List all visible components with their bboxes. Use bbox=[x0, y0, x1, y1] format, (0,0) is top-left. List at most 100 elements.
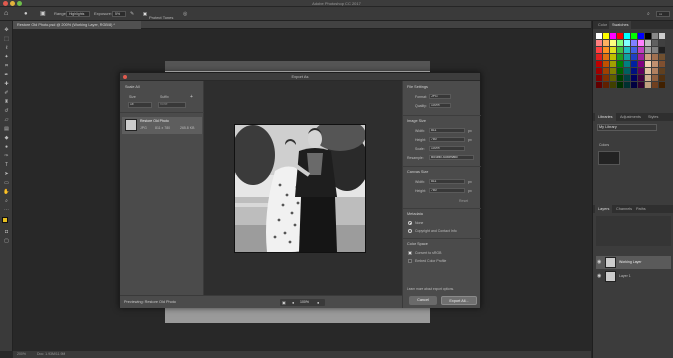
airbrush-icon[interactable]: ✎ bbox=[130, 7, 138, 21]
dodge-tool-icon[interactable]: ● bbox=[24, 7, 32, 21]
color-swatch[interactable] bbox=[659, 40, 665, 46]
color-swatch[interactable] bbox=[659, 47, 665, 53]
eye-icon[interactable]: ◉ bbox=[597, 273, 601, 279]
color-swatch[interactable] bbox=[645, 54, 651, 60]
color-swatch[interactable] bbox=[652, 54, 658, 60]
quick-mask-icon[interactable]: ◘ bbox=[3, 229, 10, 235]
color-swatch[interactable] bbox=[596, 47, 602, 53]
canvas-height-input[interactable]: 780 bbox=[429, 188, 465, 193]
zoom-window-button[interactable] bbox=[17, 1, 22, 6]
workspace-icon[interactable]: ▭ bbox=[656, 11, 670, 17]
close-window-button[interactable] bbox=[3, 1, 8, 6]
suffix-input[interactable]: none bbox=[158, 102, 186, 108]
color-swatch[interactable] bbox=[617, 33, 623, 39]
color-swatch[interactable] bbox=[624, 75, 630, 81]
eraser-tool-icon[interactable]: ▱ bbox=[3, 117, 10, 123]
color-swatch[interactable] bbox=[631, 75, 637, 81]
color-swatch[interactable] bbox=[624, 33, 630, 39]
metadata-none-radio[interactable] bbox=[408, 221, 412, 225]
color-swatch[interactable] bbox=[610, 54, 616, 60]
color-swatch[interactable] bbox=[659, 75, 665, 81]
search-icon[interactable]: ⌕ bbox=[647, 7, 655, 21]
canvas-reset-button[interactable]: Reset bbox=[459, 199, 468, 203]
color-swatch[interactable] bbox=[596, 40, 602, 46]
scale-select[interactable]: 100% bbox=[429, 146, 465, 151]
color-swatch[interactable] bbox=[645, 61, 651, 67]
tab-layers[interactable]: Layers bbox=[595, 205, 613, 213]
shape-tool-icon[interactable]: ▭ bbox=[3, 180, 10, 186]
color-swatch[interactable] bbox=[610, 61, 616, 67]
color-swatch[interactable] bbox=[617, 82, 623, 88]
color-swatch[interactable] bbox=[659, 82, 665, 88]
dodge-tool-icon[interactable]: ● bbox=[3, 144, 10, 150]
lasso-tool-icon[interactable]: ℓ bbox=[3, 45, 10, 51]
marquee-tool-icon[interactable]: ⬚ bbox=[3, 36, 10, 42]
color-swatch[interactable] bbox=[659, 61, 665, 67]
convert-srgb-checkbox[interactable] bbox=[408, 251, 412, 255]
export-all-button[interactable]: Export All... bbox=[441, 296, 477, 305]
color-swatch[interactable] bbox=[610, 75, 616, 81]
color-swatch[interactable] bbox=[603, 33, 609, 39]
tab-styles[interactable]: Styles bbox=[645, 113, 661, 121]
healing-tool-icon[interactable]: ✚ bbox=[3, 81, 10, 87]
add-scale-icon[interactable]: + bbox=[190, 94, 193, 100]
screen-mode-icon[interactable]: ▢ bbox=[3, 238, 10, 244]
tab-paths[interactable]: Paths bbox=[633, 205, 649, 213]
embed-profile-checkbox[interactable] bbox=[408, 259, 412, 263]
color-swatch[interactable] bbox=[596, 33, 602, 39]
color-swatch[interactable] bbox=[617, 47, 623, 53]
blur-tool-icon[interactable]: ◆ bbox=[3, 135, 10, 141]
color-swatch[interactable] bbox=[645, 75, 651, 81]
tab-color[interactable]: Color bbox=[595, 21, 610, 29]
color-swatch[interactable] bbox=[631, 54, 637, 60]
resample-select[interactable]: Bicubic Automatic bbox=[429, 155, 474, 160]
color-swatch[interactable] bbox=[603, 82, 609, 88]
color-swatch[interactable] bbox=[610, 40, 616, 46]
gradient-tool-icon[interactable]: ▤ bbox=[3, 126, 10, 132]
color-swatch[interactable] bbox=[596, 54, 602, 60]
tab-adjustments[interactable]: Adjustments bbox=[617, 113, 644, 121]
dialog-close-button[interactable] bbox=[123, 75, 127, 79]
color-swatch[interactable] bbox=[617, 75, 623, 81]
color-swatch[interactable] bbox=[610, 33, 616, 39]
color-swatch[interactable] bbox=[638, 61, 644, 67]
color-swatch[interactable] bbox=[596, 61, 602, 67]
more-tools-icon[interactable]: ⋯ bbox=[3, 207, 10, 213]
color-swatch[interactable] bbox=[638, 40, 644, 46]
color-swatch[interactable] bbox=[596, 75, 602, 81]
color-swatch[interactable] bbox=[603, 75, 609, 81]
brush-preset-icon[interactable]: ▣ bbox=[40, 7, 48, 21]
color-swatch[interactable] bbox=[617, 54, 623, 60]
color-swatch[interactable] bbox=[638, 75, 644, 81]
color-swatch[interactable] bbox=[617, 61, 623, 67]
protect-tones-checkbox[interactable] bbox=[143, 12, 147, 16]
pressure-icon[interactable]: ◎ bbox=[183, 7, 191, 21]
color-swatch[interactable] bbox=[624, 47, 630, 53]
exposure-input[interactable]: 5% bbox=[112, 11, 126, 17]
color-swatch[interactable] bbox=[624, 61, 630, 67]
asset-list-item[interactable]: Restore Old Photo JPG 811 x 780 265.8 KB bbox=[122, 117, 202, 134]
fit-icon[interactable]: ▣ bbox=[282, 299, 286, 306]
color-swatch[interactable] bbox=[659, 54, 665, 60]
color-swatch[interactable] bbox=[631, 40, 637, 46]
color-swatch[interactable] bbox=[603, 68, 609, 74]
color-swatch[interactable] bbox=[645, 68, 651, 74]
brush-tool-icon[interactable]: ✐ bbox=[3, 90, 10, 96]
color-swatch[interactable] bbox=[631, 33, 637, 39]
color-swatch[interactable] bbox=[652, 82, 658, 88]
layer-row[interactable]: ◉ Working Layer bbox=[596, 256, 671, 269]
color-swatch[interactable] bbox=[617, 68, 623, 74]
color-swatch[interactable] bbox=[603, 47, 609, 53]
layer-row[interactable]: ◉ Layer 1 bbox=[596, 270, 671, 283]
stamp-tool-icon[interactable]: ♜ bbox=[3, 99, 10, 105]
color-swatch[interactable] bbox=[603, 54, 609, 60]
color-swatch[interactable] bbox=[617, 40, 623, 46]
color-swatch[interactable] bbox=[638, 33, 644, 39]
quality-select[interactable]: 100% bbox=[429, 103, 451, 108]
color-swatch[interactable] bbox=[645, 82, 651, 88]
color-swatch[interactable] bbox=[638, 82, 644, 88]
color-swatch[interactable] bbox=[631, 68, 637, 74]
color-swatch[interactable] bbox=[652, 47, 658, 53]
color-swatch[interactable] bbox=[596, 82, 602, 88]
color-swatch[interactable] bbox=[638, 68, 644, 74]
